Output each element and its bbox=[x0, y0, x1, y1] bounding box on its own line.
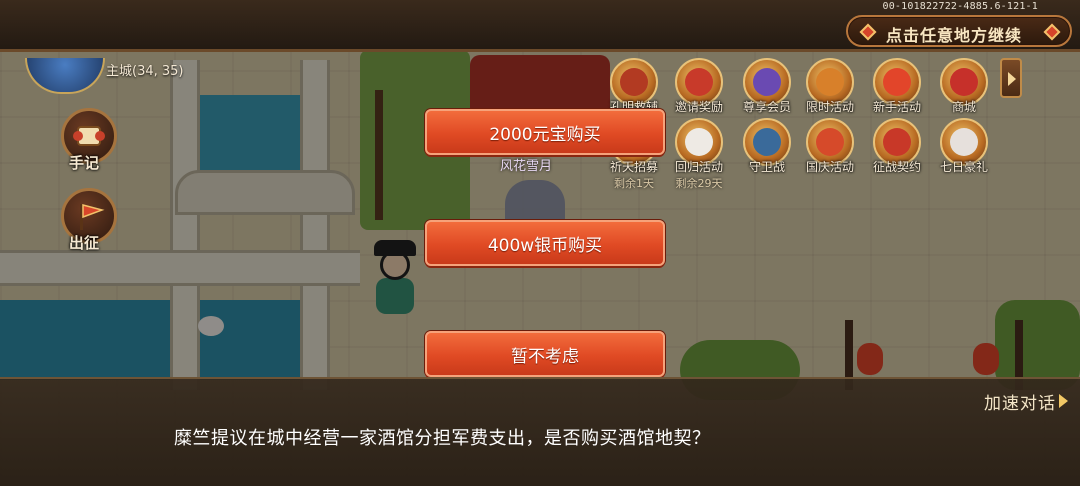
activity-battle-pact[interactable]: 征战契约 bbox=[864, 118, 930, 204]
trace-id: 00-101822722-4885.6-121-1 bbox=[882, 1, 1038, 12]
decline-button[interactable]: 暂不考虑 bbox=[425, 331, 665, 377]
speed-dialog-button[interactable]: 加速对话 bbox=[984, 389, 1056, 414]
buy-with-ingots-button[interactable]: 2000元宝购买 bbox=[425, 109, 665, 155]
buy-with-silver-button[interactable]: 400w银币购买 bbox=[425, 220, 665, 266]
campaign-label: 出征 bbox=[69, 234, 100, 252]
activity-national-day[interactable]: 国庆活动 bbox=[797, 118, 863, 204]
fast-forward-icon[interactable] bbox=[1059, 394, 1068, 408]
avatar[interactable] bbox=[25, 58, 105, 94]
journal-label: 手记 bbox=[69, 154, 100, 172]
game-screen[interactable]: 风花雪月 点击任意地方继续 00-101822722-4885.6-121-1 … bbox=[0, 0, 1080, 486]
activity-seven-day[interactable]: 七日豪礼 bbox=[931, 118, 997, 204]
flag-icon bbox=[80, 204, 105, 230]
continue-prompt-label: 点击任意地方继续 bbox=[886, 26, 1023, 45]
activity-return[interactable]: 回归活动 剩余29天 bbox=[666, 118, 732, 204]
npc-name: 风花雪月 bbox=[500, 159, 553, 174]
expand-arrow-icon[interactable] bbox=[1000, 58, 1022, 98]
dialog-text: 糜竺提议在城中经营一家酒馆分担军费支出，是否购买酒馆地契？ bbox=[174, 428, 711, 449]
ornament-right-icon bbox=[1043, 23, 1061, 41]
activity-label: 商城 bbox=[951, 100, 976, 114]
scroll-icon bbox=[73, 126, 105, 146]
choice-label: 暂不考虑 bbox=[511, 346, 579, 367]
city-coordinates: 主城(34, 35) bbox=[106, 64, 184, 79]
choice-label: 400w银币购买 bbox=[487, 235, 603, 256]
continue-prompt-button[interactable]: 点击任意地方继续 bbox=[846, 15, 1072, 47]
choice-label: 2000元宝购买 bbox=[489, 124, 601, 145]
dialog-box[interactable]: 加速对话 糜竺提议在城中经营一家酒馆分担军费支出，是否购买酒馆地契？ bbox=[0, 377, 1080, 486]
activity-label: 七日豪礼 bbox=[939, 160, 988, 174]
left-panel: 主城(34, 35) 手记 出征 bbox=[5, 52, 184, 307]
activity-label: 邀请奖励 bbox=[674, 100, 723, 114]
activity-remaining: 剩余29天 bbox=[675, 177, 723, 190]
activity-label: 回归活动 bbox=[674, 160, 723, 174]
ornament-left-icon bbox=[859, 23, 877, 41]
